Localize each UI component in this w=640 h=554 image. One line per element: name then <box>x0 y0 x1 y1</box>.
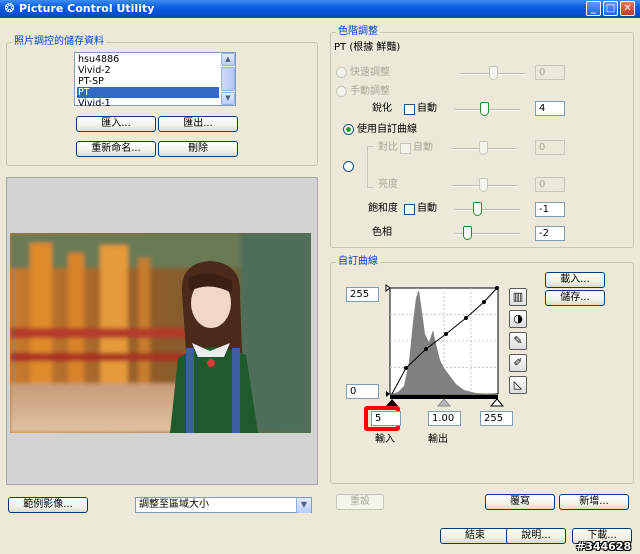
curve-editor[interactable] <box>384 282 504 410</box>
scroll-up-icon[interactable]: ▲ <box>221 53 235 66</box>
saturation-slider[interactable] <box>473 202 482 216</box>
fit-dropdown-value: 調整至區域大小 <box>139 499 209 510</box>
custom-curve-label: 使用自訂曲線 <box>357 124 417 135</box>
channel-icon[interactable]: ◑ <box>509 310 527 328</box>
list-item-selected[interactable]: PT <box>77 87 219 98</box>
manual-adjust-radio[interactable] <box>336 86 347 97</box>
quick-adjust-label: 快速調整 <box>350 67 390 78</box>
watermark: #344628 <box>576 540 632 553</box>
hue-value[interactable]: -2 <box>535 226 565 241</box>
sharpen-value[interactable]: 4 <box>535 101 565 116</box>
window-title: Picture Control Utility <box>19 2 155 15</box>
bracket <box>367 146 373 188</box>
rename-button[interactable]: 重新命名... <box>76 141 156 157</box>
contrast-auto-checkbox[interactable] <box>400 143 411 154</box>
quick-adjust-slider[interactable] <box>489 66 498 80</box>
preview-image <box>10 233 311 433</box>
saved-data-label: 照片調控的儲存資料 <box>12 36 106 48</box>
input-label: 輸入 <box>375 434 395 445</box>
brightness-slider[interactable] <box>479 178 488 192</box>
hue-label: 色相 <box>372 227 392 238</box>
saturation-track <box>455 209 520 211</box>
scroll-down-icon[interactable]: ▼ <box>221 92 235 105</box>
chevron-down-icon[interactable]: ▼ <box>296 498 311 513</box>
minimize-button[interactable]: _ <box>586 1 601 16</box>
sharpen-slider[interactable] <box>480 102 489 116</box>
list-scrollbar[interactable]: ▲ ▼ <box>221 53 235 105</box>
contrast-auto-label: 自動 <box>413 142 433 153</box>
saturation-label: 飽和度 <box>368 203 398 214</box>
fit-dropdown[interactable]: 調整至區域大小 ▼ <box>135 497 312 513</box>
contrast-slider[interactable] <box>479 141 488 155</box>
maximize-button[interactable]: □ <box>603 1 618 16</box>
output-min-field[interactable]: 0 <box>346 384 379 399</box>
contrast-brightness-radio[interactable] <box>343 161 354 172</box>
overwrite-button[interactable]: 覆寫 <box>485 494 555 510</box>
picture-control-name: PT (根據 鮮豔) <box>334 42 401 53</box>
quick-adjust-radio[interactable] <box>336 67 347 78</box>
gamma-field[interactable]: 1.00 <box>428 411 461 426</box>
eyedropper-white-icon[interactable]: ✐ <box>509 354 527 372</box>
export-button[interactable]: 匯出... <box>158 116 238 132</box>
save-button[interactable]: 儲存... <box>545 290 605 306</box>
sample-image-button[interactable]: 範例影像... <box>8 497 88 513</box>
list-item[interactable]: PT-SP <box>77 76 219 87</box>
output-max-field[interactable]: 255 <box>346 287 379 302</box>
saturation-auto-checkbox[interactable] <box>404 204 415 215</box>
histogram-icon[interactable]: ▥ <box>509 288 527 306</box>
output-label: 輸出 <box>428 434 448 445</box>
brightness-label: 亮度 <box>378 179 398 190</box>
delete-button[interactable]: 刪除 <box>158 141 238 157</box>
color-adjust-group <box>330 32 634 248</box>
custom-curve-group-label: 自訂曲線 <box>336 256 380 268</box>
preview-area <box>6 177 318 485</box>
hue-slider[interactable] <box>463 226 472 240</box>
input-high-field[interactable]: 255 <box>480 411 513 426</box>
title-bar: ❂ Picture Control Utility _ □ ✕ <box>0 0 640 18</box>
reset-curve-icon[interactable]: ◺ <box>509 376 527 394</box>
import-button[interactable]: 匯入... <box>76 116 156 132</box>
contrast-value[interactable]: 0 <box>535 140 565 155</box>
eyedropper-black-icon[interactable]: ✎ <box>509 332 527 350</box>
load-button[interactable]: 載入... <box>545 272 605 288</box>
sharpen-auto-label: 自動 <box>417 103 437 114</box>
list-item[interactable]: Vivid-2 <box>77 65 219 76</box>
sharpen-auto-checkbox[interactable] <box>404 104 415 115</box>
close-button[interactable]: ✕ <box>620 1 635 16</box>
custom-curve-radio[interactable] <box>343 124 354 135</box>
list-item[interactable]: hsu4886 <box>77 54 219 65</box>
input-low-field[interactable]: 5 <box>371 411 401 426</box>
saved-list[interactable]: hsu4886 Vivid-2 PT-SP PT Vivid-1 ▲ ▼ <box>74 52 236 106</box>
add-button[interactable]: 新增... <box>559 494 629 510</box>
saturation-auto-label: 自動 <box>417 203 437 214</box>
color-adjust-label: 色階調整 <box>336 26 380 38</box>
manual-adjust-label: 手動調整 <box>350 86 390 97</box>
help-button[interactable]: 說明... <box>506 528 566 544</box>
saturation-value[interactable]: -1 <box>535 202 565 217</box>
quick-adjust-value[interactable]: 0 <box>535 65 565 80</box>
contrast-label: 對比 <box>378 142 398 153</box>
sharpen-label: 銳化 <box>372 103 392 114</box>
scroll-thumb[interactable] <box>221 67 235 91</box>
brightness-value[interactable]: 0 <box>535 177 565 192</box>
list-item[interactable]: Vivid-1 <box>77 98 219 106</box>
camera-icon[interactable]: ❂ <box>3 2 16 15</box>
exit-button[interactable]: 結束 <box>440 528 510 544</box>
reset-button[interactable]: 重設 <box>336 494 384 510</box>
